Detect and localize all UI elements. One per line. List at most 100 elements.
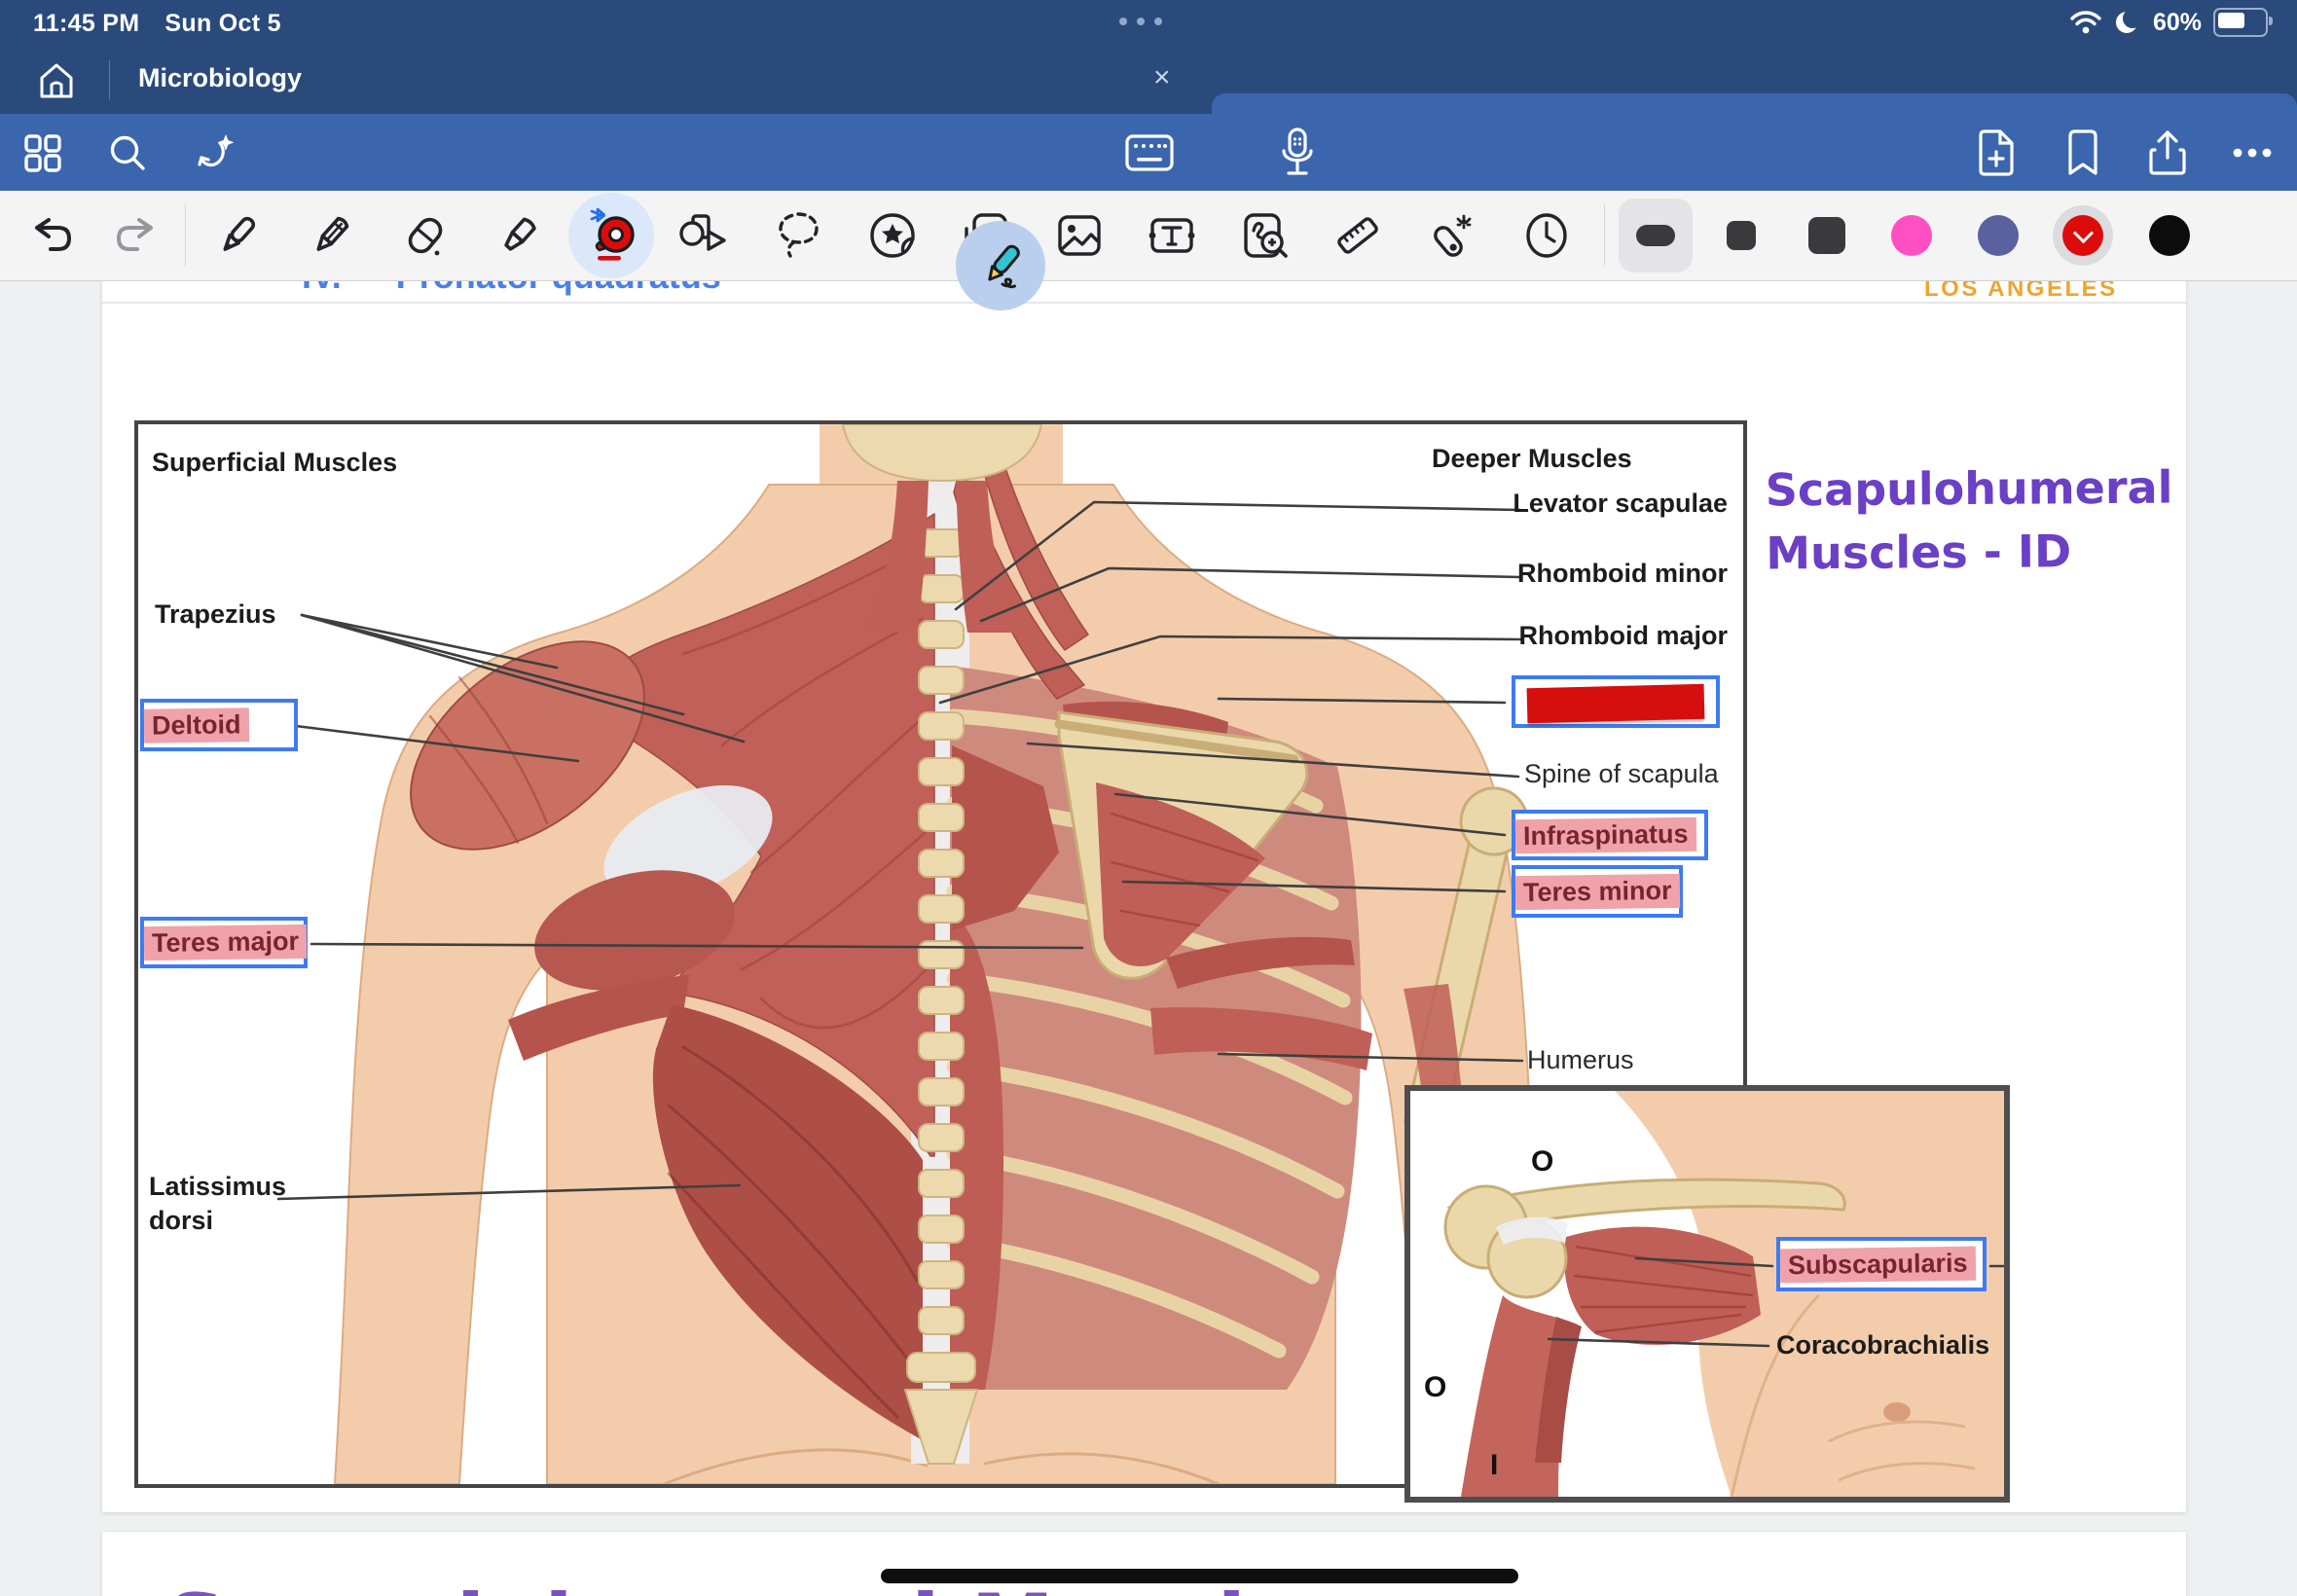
multitasking-indicator[interactable]: [1119, 18, 1162, 25]
tab-microbiology[interactable]: Microbiology: [138, 63, 302, 93]
insertion-marker: I: [1490, 1449, 1498, 1482]
clock: 11:45 PM Sun Oct 5: [33, 10, 281, 38]
wifi-icon: [2069, 10, 2102, 35]
image-tool-button[interactable]: [1044, 191, 1114, 280]
ai-gesture-button[interactable]: [185, 114, 247, 191]
handwriting-search-icon: [1241, 211, 1290, 260]
keyboard-icon: [1125, 133, 1174, 172]
timer-tool-button[interactable]: [1512, 191, 1582, 280]
laser-pointer-tool-button[interactable]: [1415, 191, 1485, 280]
tab-bar: Microbiology × Human Anatomy – Lab ×: [0, 47, 2297, 114]
label-teres-major: Teres major: [144, 925, 308, 961]
smart-pen-tool-button[interactable]: [576, 191, 646, 280]
microphone-button[interactable]: [1266, 114, 1329, 191]
label-humerus: Humerus: [1527, 1045, 1634, 1075]
stroke-size-small[interactable]: [1621, 191, 1691, 280]
answer-box-subscapularis[interactable]: Subscapularis: [1776, 1237, 1987, 1291]
label-infraspinatus: Infraspinatus: [1515, 816, 1696, 853]
notebook-page-1[interactable]: IV. Pronator quadratus LOS ANGELES: [102, 280, 2186, 1512]
keyboard-button[interactable]: [1118, 114, 1181, 191]
add-page-icon: [1975, 129, 2016, 176]
goodnotes-app: 11:45 PM Sun Oct 5 60% Microbiology × Hum…: [0, 0, 2297, 1596]
battery-percent: 60%: [2153, 9, 2202, 37]
microphone-icon: [1278, 127, 1317, 178]
answer-box-teres-minor[interactable]: Teres minor: [1512, 865, 1683, 918]
superficial-muscles-title: Superficial Muscles: [152, 448, 397, 478]
stroke-size-medium[interactable]: [1706, 191, 1776, 280]
highlighter-tool-button[interactable]: [484, 191, 554, 280]
list-text: Pronator quadratus: [396, 280, 721, 297]
redo-button[interactable]: [101, 191, 171, 280]
label-teres-minor: Teres minor: [1515, 873, 1680, 909]
stroke-size-large[interactable]: [1792, 191, 1862, 280]
bookmark-button[interactable]: [2052, 114, 2114, 191]
sticker-tool-button[interactable]: [857, 191, 928, 280]
origin-marker: O: [1424, 1371, 1446, 1404]
color-swatch-black[interactable]: [2134, 191, 2205, 280]
pen-mode-button[interactable]: [956, 221, 1045, 310]
pen-tool-button[interactable]: [202, 191, 273, 280]
search-icon: [106, 131, 149, 174]
more-button[interactable]: [2221, 114, 2283, 191]
label-levator-scapulae: Levator scapulae: [1513, 489, 1728, 519]
status-time: 11:45 PM: [33, 10, 139, 37]
bookmark-icon: [2065, 129, 2100, 176]
main-toolbar: [0, 114, 2297, 191]
label-coracobrachialis: Coracobrachialis: [1776, 1330, 1989, 1360]
pencil-tool-button[interactable]: [296, 191, 366, 280]
battery-icon: [2213, 8, 2268, 37]
pen-mode-icon: [973, 238, 1028, 293]
answer-box-infraspinatus[interactable]: Infraspinatus: [1512, 810, 1708, 860]
answer-box-deltoid[interactable]: Deltoid: [140, 699, 298, 751]
smart-pen-icon: [584, 205, 638, 266]
search-button[interactable]: [96, 114, 159, 191]
eraser-tool-button[interactable]: [390, 191, 460, 280]
shapes-tool-button[interactable]: [670, 191, 740, 280]
share-button[interactable]: [2136, 114, 2199, 191]
divider: [185, 204, 186, 267]
answer-box-teres-major[interactable]: Teres major: [140, 917, 308, 968]
next-section-title: Scapulohumeral Muscl: [165, 1577, 1247, 1596]
home-icon: [38, 61, 75, 100]
divider: [109, 60, 110, 99]
ruler-tool-button[interactable]: [1323, 191, 1393, 280]
share-icon: [2147, 128, 2188, 177]
image-icon: [1056, 214, 1103, 257]
status-date: Sun Oct 5: [164, 10, 280, 37]
grid-view-button[interactable]: [12, 114, 74, 191]
more-icon: [2231, 147, 2274, 159]
home-button[interactable]: [25, 58, 88, 103]
timer-icon: [1522, 211, 1571, 260]
chevron-down-icon: [2072, 223, 2093, 243]
divider: [1604, 204, 1605, 267]
watermark-text: LOS ANGELES: [1924, 280, 2118, 303]
list-marker: IV.: [302, 280, 342, 297]
eraser-icon: [402, 212, 449, 259]
notebook-page-2[interactable]: Scapulohumeral Muscl: [102, 1532, 2186, 1596]
label-spine-of-scapula: Spine of scapula: [1524, 759, 1719, 789]
handwriting-search-tool-button[interactable]: [1230, 191, 1300, 280]
sticker-icon: [868, 212, 917, 259]
textbox-tool-button[interactable]: [1137, 191, 1207, 280]
inset-illustration: [1410, 1091, 2004, 1497]
color-swatch-red-selected[interactable]: [2048, 191, 2118, 280]
grid-view-icon: [22, 132, 63, 173]
label-trapezius: Trapezius: [155, 599, 276, 630]
highlighter-icon: [495, 212, 542, 259]
inset-figure: Subscapularis Coracobrachialis O O I: [1404, 1085, 2010, 1503]
handwritten-note[interactable]: Scapulohumeral Muscles - ID: [1766, 456, 2174, 587]
moon-icon: [2114, 9, 2141, 36]
label-rhomboid-major: Rhomboid major: [1519, 621, 1729, 651]
color-swatch-pink[interactable]: [1877, 191, 1947, 280]
redacted-answer-box[interactable]: [1512, 675, 1720, 728]
pencil-icon: [308, 212, 354, 259]
tab-microbiology-close[interactable]: ×: [1153, 61, 1171, 94]
lasso-tool-button[interactable]: [763, 191, 833, 280]
undo-icon: [29, 216, 74, 255]
color-swatch-purple[interactable]: [1963, 191, 2033, 280]
clipped-list-item: IV. Pronator quadratus: [302, 280, 721, 297]
label-rhomboid-minor: Rhomboid minor: [1517, 559, 1728, 589]
undo-button[interactable]: [17, 191, 87, 280]
red-redaction-stroke: [1527, 684, 1705, 723]
add-page-button[interactable]: [1964, 114, 2026, 191]
